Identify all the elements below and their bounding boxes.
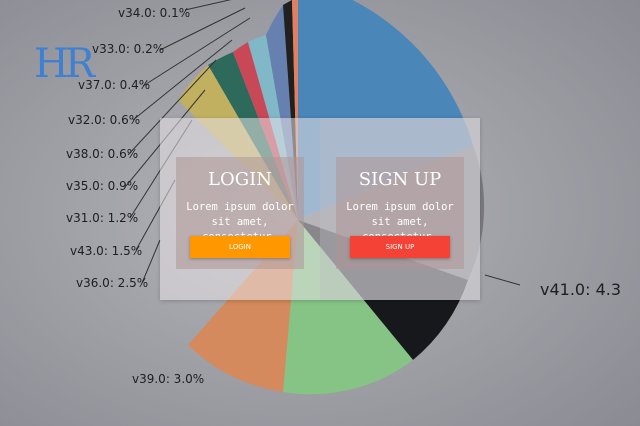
logo: HR bbox=[34, 41, 95, 87]
chart-label: v36.0: 2.5% bbox=[76, 276, 148, 290]
chart-label: v31.0: 1.2% bbox=[66, 211, 138, 225]
chart-label: v34.0: 0.1% bbox=[118, 6, 190, 20]
chart-label: v38.0: 0.6% bbox=[66, 147, 138, 161]
signup-button[interactable]: SIGN UP bbox=[350, 236, 450, 258]
login-title: LOGIN bbox=[208, 169, 272, 190]
login-button[interactable]: LOGIN bbox=[190, 236, 290, 258]
chart-label: v32.0: 0.6% bbox=[68, 113, 140, 127]
chart-label: v43.0: 1.5% bbox=[70, 244, 142, 258]
chart-label: v39.0: 3.0% bbox=[132, 372, 204, 386]
signup-card: SIGN UP Lorem ipsum dolor sit amet, cons… bbox=[336, 157, 464, 269]
login-card: LOGIN Lorem ipsum dolor sit amet, consec… bbox=[176, 157, 304, 269]
chart-label: v41.0: 4.3 bbox=[540, 280, 621, 299]
auth-panel: LOGIN Lorem ipsum dolor sit amet, consec… bbox=[160, 118, 480, 300]
chart-label: v35.0: 0.9% bbox=[66, 179, 138, 193]
chart-label: v33.0: 0.2% bbox=[92, 42, 164, 56]
signup-title: SIGN UP bbox=[358, 169, 442, 190]
